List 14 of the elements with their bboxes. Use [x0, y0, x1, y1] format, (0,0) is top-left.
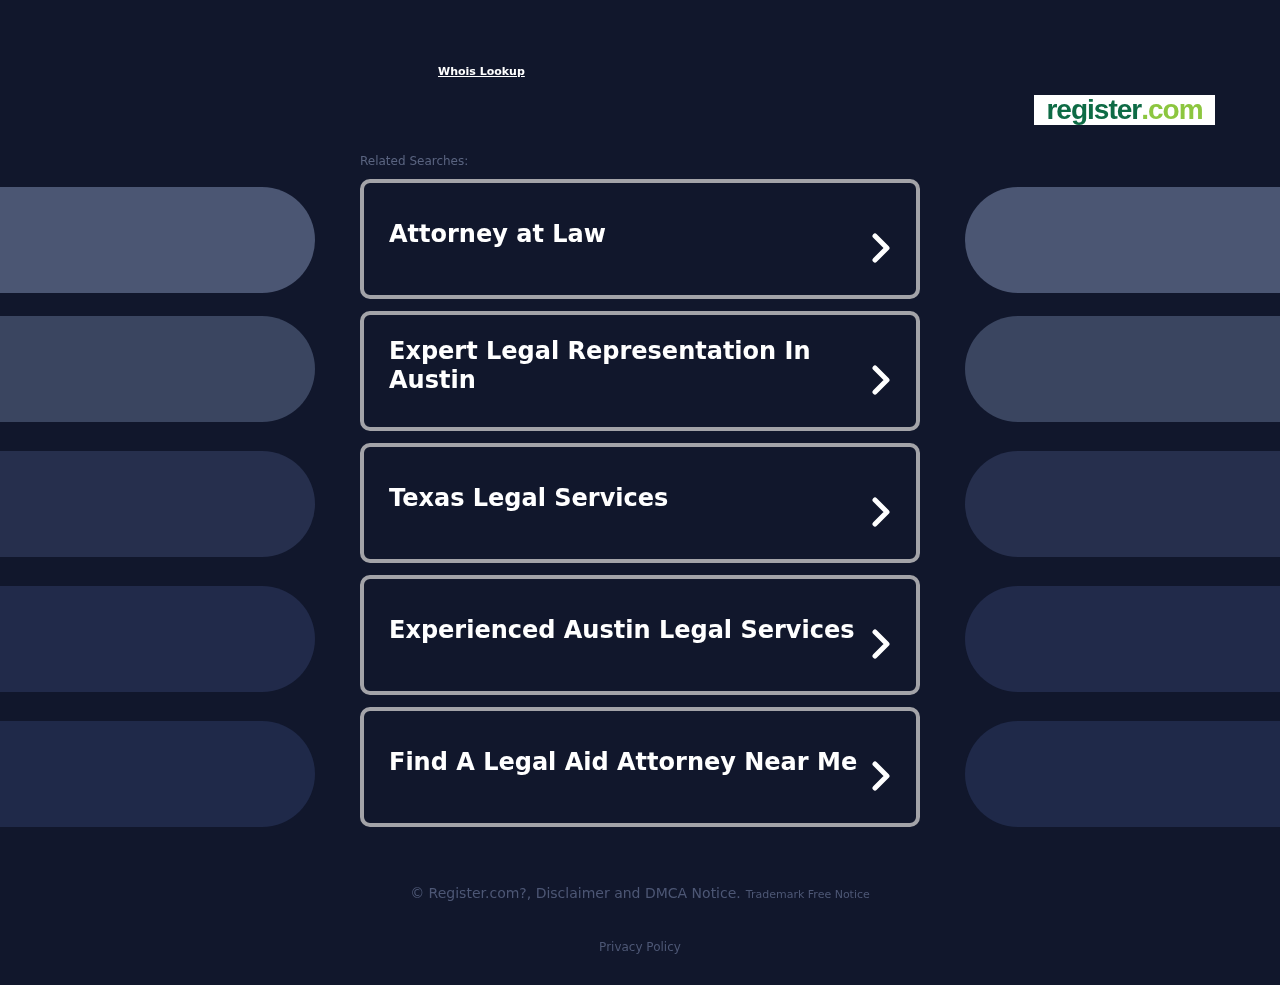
chevron-right-icon — [872, 233, 890, 263]
search-link-card[interactable]: Find A Legal Aid Attorney Near Me — [360, 707, 920, 827]
chevron-right-icon — [872, 497, 890, 527]
logo: register.com — [1034, 95, 1215, 125]
chevron-right-icon — [872, 365, 890, 395]
search-link-card[interactable]: Texas Legal Services — [360, 443, 920, 563]
whois-lookup-link[interactable]: Whois Lookup — [438, 65, 525, 78]
related-searches-heading: Related Searches: — [360, 154, 470, 168]
chevron-right-icon — [872, 629, 890, 659]
search-link-card[interactable]: Expert Legal Representation In Austin — [360, 311, 920, 431]
chevron-right-icon — [872, 761, 890, 791]
search-link-card[interactable]: Attorney at Law — [360, 179, 920, 299]
disclaimer-text: © Register.com?, Disclaimer and DMCA Notice. — [410, 885, 741, 901]
search-link-card[interactable]: Experienced Austin Legal Services — [360, 575, 920, 695]
